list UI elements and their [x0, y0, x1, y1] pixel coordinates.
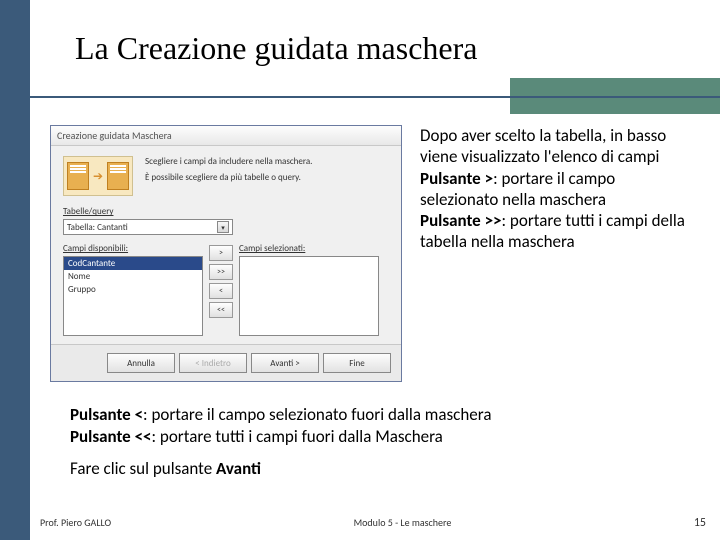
slide-left-bar [0, 0, 30, 540]
side-p2-bold: Pulsante > [420, 168, 493, 189]
side-p3-bold: Pulsante >> [420, 210, 502, 231]
chevron-down-icon[interactable]: ▾ [217, 221, 229, 233]
footer-page-number: 15 [694, 516, 706, 530]
list-item[interactable]: CodCantante [64, 257, 202, 270]
selected-fields-label: Campi selezionati: [239, 243, 379, 254]
side-p1: Dopo aver scelto la tabella, in basso vi… [420, 125, 666, 167]
arrow-right-icon: ➔ [93, 169, 103, 184]
wizard-instruction-1: Scegliere i campi da includere nella mas… [145, 156, 312, 168]
list-item[interactable]: Gruppo [64, 283, 202, 296]
below-p3: Fare clic sul pulsante [70, 458, 216, 479]
wizard-titlebar: Creazione guidata Maschera [51, 126, 401, 146]
finish-button[interactable]: Fine [323, 353, 391, 373]
move-all-left-button[interactable]: << [209, 302, 233, 318]
combo-value: Tabella: Cantanti [67, 222, 128, 233]
below-explanation-text: Pulsante <: portare il campo selezionato… [50, 404, 690, 480]
available-fields-label: Campi disponibili: [63, 243, 203, 254]
list-item[interactable]: Nome [64, 270, 202, 283]
available-fields-listbox[interactable]: CodCantante Nome Gruppo [63, 256, 203, 336]
slide-footer: Prof. Piero GALLO Modulo 5 - Le maschere… [40, 516, 706, 530]
below-p1-bold: Pulsante < [70, 404, 143, 425]
selected-fields-listbox[interactable] [239, 256, 379, 336]
wizard-dialog: Creazione guidata Maschera ➔ Scegliere i… [50, 125, 402, 382]
cancel-button[interactable]: Annulla [107, 353, 175, 373]
wizard-instruction-text: Scegliere i campi da includere nella mas… [145, 156, 312, 183]
move-all-right-button[interactable]: >> [209, 264, 233, 280]
table-query-label: Tabelle/query [63, 206, 389, 217]
side-explanation-text: Dopo aver scelto la tabella, in basso vi… [420, 125, 690, 382]
wizard-illustration-icon: ➔ [63, 156, 133, 196]
below-p2: : portare tutti i campi fuori dalla Masc… [152, 426, 443, 447]
below-p3-bold: Avanti [216, 458, 261, 479]
below-p1: : portare il campo selezionato fuori dal… [143, 404, 491, 425]
back-button[interactable]: < Indietro [179, 353, 247, 373]
below-p2-bold: Pulsante << [70, 426, 152, 447]
table-query-combo[interactable]: Tabella: Cantanti ▾ [63, 219, 233, 235]
slide-title: La Creazione guidata maschera [75, 30, 477, 67]
move-one-left-button[interactable]: < [209, 283, 233, 299]
next-button[interactable]: Avanti > [251, 353, 319, 373]
footer-module: Modulo 5 - Le maschere [354, 516, 452, 529]
wizard-instruction-2: È possibile scegliere da più tabelle o q… [145, 172, 312, 184]
title-underline [30, 96, 720, 98]
footer-author: Prof. Piero GALLO [40, 516, 111, 529]
move-one-right-button[interactable]: > [209, 245, 233, 261]
